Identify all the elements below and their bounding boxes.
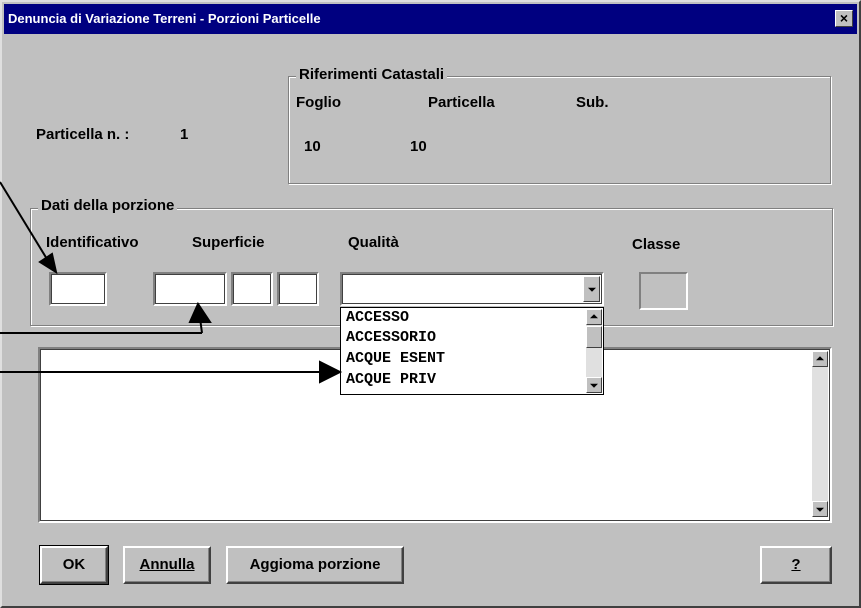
chevron-down-icon — [587, 287, 596, 292]
qualita-dropdown-list[interactable]: ACCESSO ACCESSORIO ACQUE ESENT ACQUE PRI… — [340, 307, 604, 395]
qualita-combobox[interactable] — [340, 272, 604, 306]
aggiorna-porzione-button[interactable]: Aggioma porzione — [226, 546, 404, 584]
qualita-label: Qualità — [348, 234, 399, 251]
dropdown-scroll-up-button[interactable] — [586, 309, 602, 325]
riferimenti-catastali-group — [288, 76, 831, 184]
vertical-scrollbar[interactable] — [812, 351, 828, 517]
arrow-up-icon — [590, 314, 598, 319]
qualita-option[interactable]: ACQUE PRIV — [346, 370, 436, 390]
superficie-input-2[interactable] — [231, 272, 273, 306]
qualita-option[interactable]: ACQUE ESENT — [346, 349, 445, 369]
riferimenti-catastali-legend: Riferimenti Catastali — [296, 66, 448, 83]
arrow-down-icon — [590, 383, 598, 388]
qualita-dropdown-button[interactable] — [583, 276, 600, 302]
dropdown-scroll-thumb[interactable] — [586, 326, 602, 348]
dropdown-scrollbar[interactable] — [586, 309, 602, 393]
classe-label: Classe — [632, 236, 681, 253]
classe-field[interactable] — [639, 272, 688, 310]
help-button[interactable]: ? — [760, 546, 832, 584]
qualita-option[interactable]: ACCESSO — [346, 308, 409, 328]
identificativo-input[interactable] — [49, 272, 107, 306]
particella-label: Particella n. : — [36, 126, 130, 143]
foglio-value: 10 — [304, 138, 321, 155]
close-icon: × — [839, 10, 849, 26]
foglio-label: Foglio — [296, 94, 341, 111]
dialog-window: Denuncia di Variazione Terreni - Porzion… — [0, 0, 861, 608]
scroll-down-button[interactable] — [812, 501, 828, 517]
arrow-up-icon — [816, 356, 824, 361]
superficie-input-3[interactable] — [277, 272, 319, 306]
scroll-up-button[interactable] — [812, 351, 828, 367]
superficie-label: Superficie — [192, 234, 265, 251]
window-title: Denuncia di Variazione Terreni - Porzion… — [8, 11, 321, 26]
annulla-button[interactable]: Annulla — [123, 546, 211, 584]
title-bar: Denuncia di Variazione Terreni - Porzion… — [4, 4, 857, 34]
arrow-down-icon — [816, 507, 824, 512]
close-button[interactable]: × — [835, 10, 853, 27]
particella-value: 1 — [180, 126, 189, 143]
dati-porzione-legend: Dati della porzione — [38, 197, 178, 214]
superficie-input-1[interactable] — [153, 272, 227, 306]
sub-label: Sub. — [576, 94, 609, 111]
particella-ref-value: 10 — [410, 138, 427, 155]
particella-ref-label: Particella — [428, 94, 495, 111]
dropdown-scroll-down-button[interactable] — [586, 377, 602, 393]
ok-button[interactable]: OK — [39, 545, 109, 585]
qualita-option[interactable]: ACCESSORIO — [346, 328, 436, 348]
identificativo-label: Identificativo — [46, 234, 139, 251]
